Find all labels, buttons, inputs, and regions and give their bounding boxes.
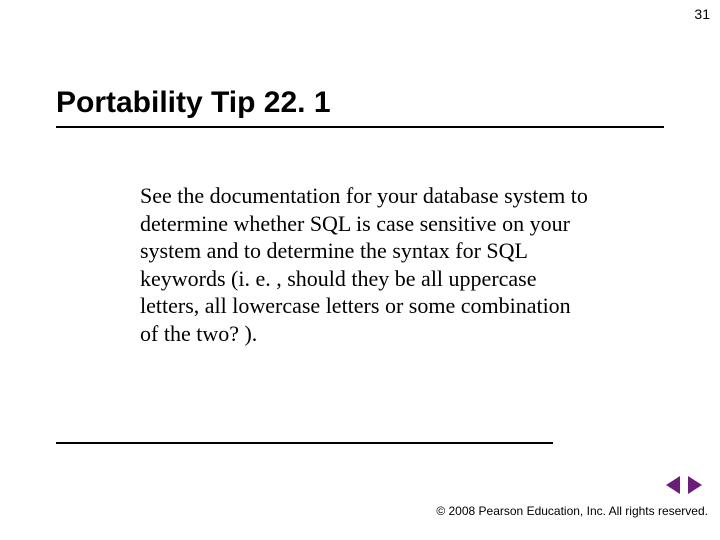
prev-slide-icon[interactable] bbox=[666, 476, 680, 494]
page-number: 31 bbox=[694, 6, 710, 22]
slide-nav bbox=[666, 476, 702, 494]
title-underline bbox=[56, 126, 664, 128]
copyright-footer: © 2008 Pearson Education, Inc. All right… bbox=[436, 504, 708, 518]
body-paragraph: See the documentation for your database … bbox=[140, 182, 590, 347]
next-slide-icon[interactable] bbox=[688, 476, 702, 494]
slide: 31 Portability Tip 22. 1 See the documen… bbox=[0, 0, 720, 540]
bottom-rule bbox=[56, 442, 553, 444]
slide-title: Portability Tip 22. 1 bbox=[56, 86, 664, 120]
title-block: Portability Tip 22. 1 bbox=[56, 86, 664, 128]
